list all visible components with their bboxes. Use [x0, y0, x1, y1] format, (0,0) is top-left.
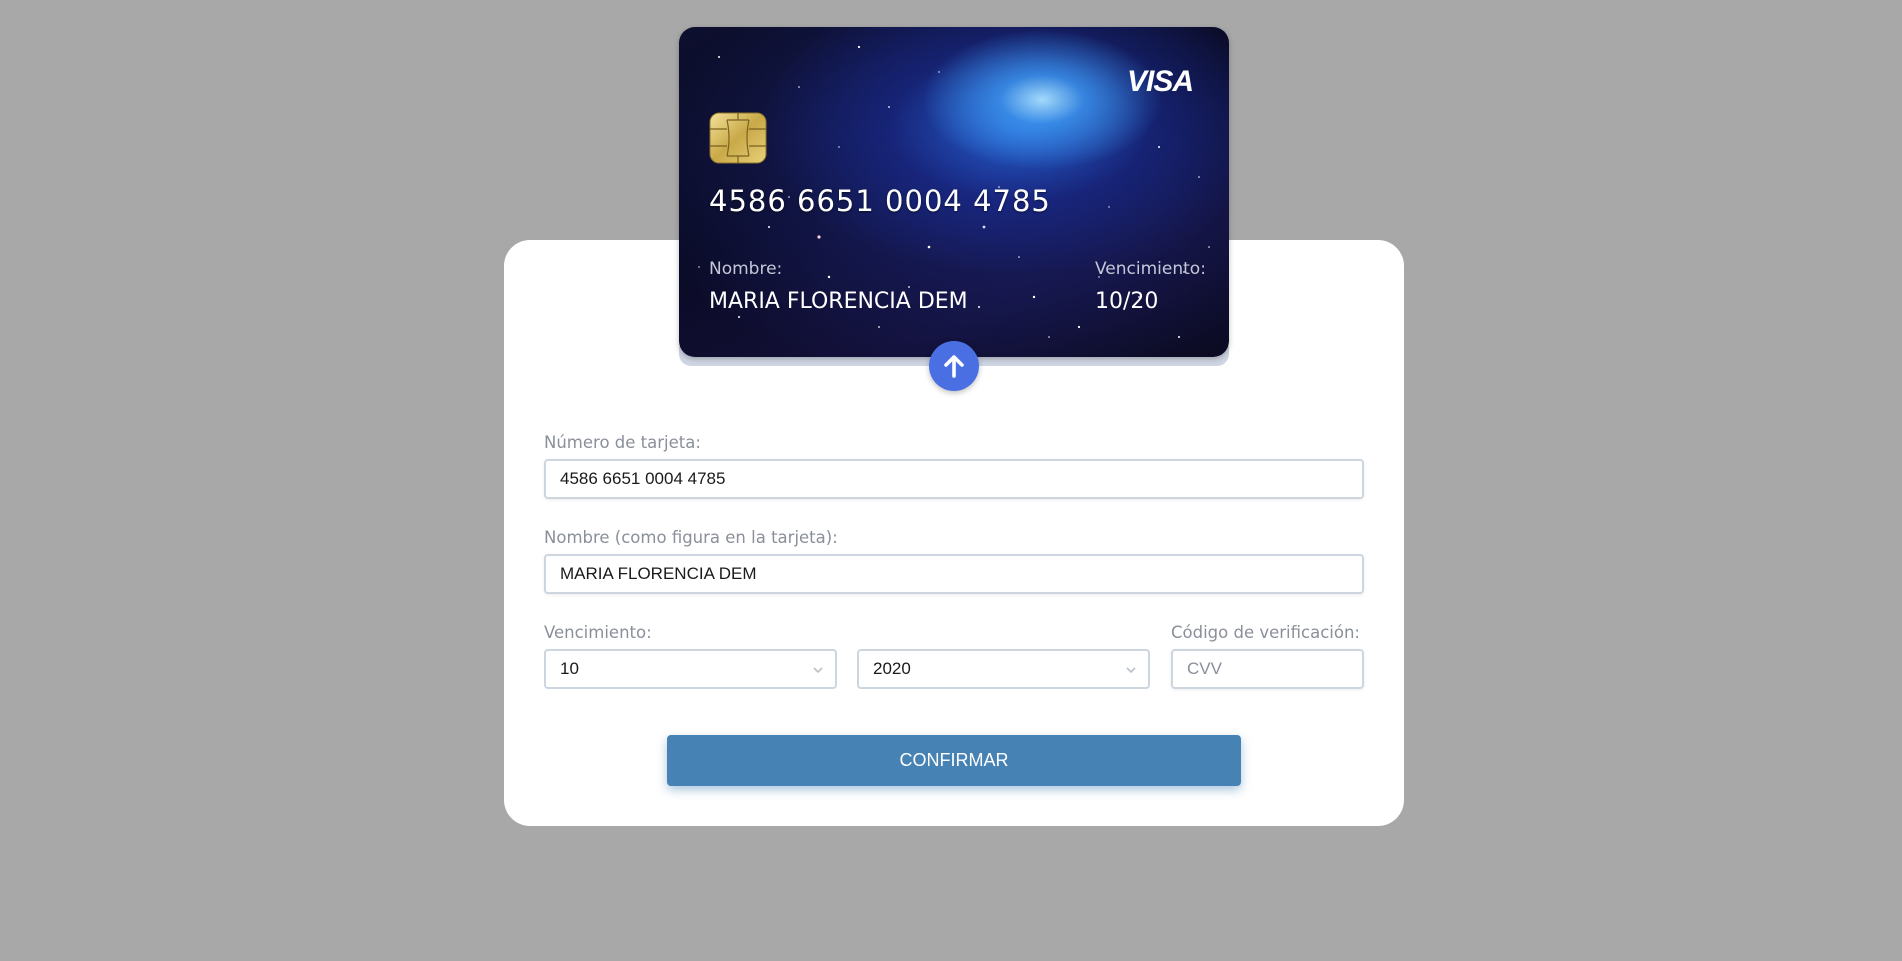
- expiry-month-select[interactable]: 10: [544, 649, 837, 689]
- expiry-year-select[interactable]: 2020: [857, 649, 1150, 689]
- page: VISA 4586 6651 0004 4785 Nombre: MARIA F…: [0, 0, 1902, 961]
- chevron-down-icon: [813, 667, 823, 674]
- chip-icon: [709, 112, 767, 164]
- card-name-display: MARIA FLORENCIA DEM: [709, 289, 968, 314]
- card-expiry-label: Vencimiento:: [1095, 259, 1206, 279]
- cardholder-name-input[interactable]: [544, 554, 1364, 594]
- expiry-year-value: 2020: [873, 659, 911, 678]
- credit-card-preview: VISA 4586 6651 0004 4785 Nombre: MARIA F…: [679, 27, 1229, 357]
- card-expiry-display: 10/20: [1095, 289, 1159, 314]
- card-name-label: Nombre:: [709, 259, 783, 279]
- visa-logo: VISA: [1126, 65, 1194, 98]
- card-number-input[interactable]: [544, 459, 1364, 499]
- card-number-display: 4586 6651 0004 4785: [709, 184, 1051, 218]
- flip-card-button[interactable]: [929, 341, 979, 391]
- expiry-label: Vencimiento:: [544, 623, 652, 642]
- expiry-month-value: 10: [560, 659, 579, 678]
- arrow-up-icon: [944, 355, 964, 378]
- cvv-label: Código de verificación:: [1171, 623, 1360, 642]
- chevron-down-icon: [1126, 667, 1136, 674]
- card-number-label: Número de tarjeta:: [544, 433, 701, 452]
- cvv-input[interactable]: [1171, 649, 1364, 689]
- confirm-button[interactable]: CONFIRMAR: [667, 735, 1241, 786]
- cardholder-name-label: Nombre (como figura en la tarjeta):: [544, 528, 838, 547]
